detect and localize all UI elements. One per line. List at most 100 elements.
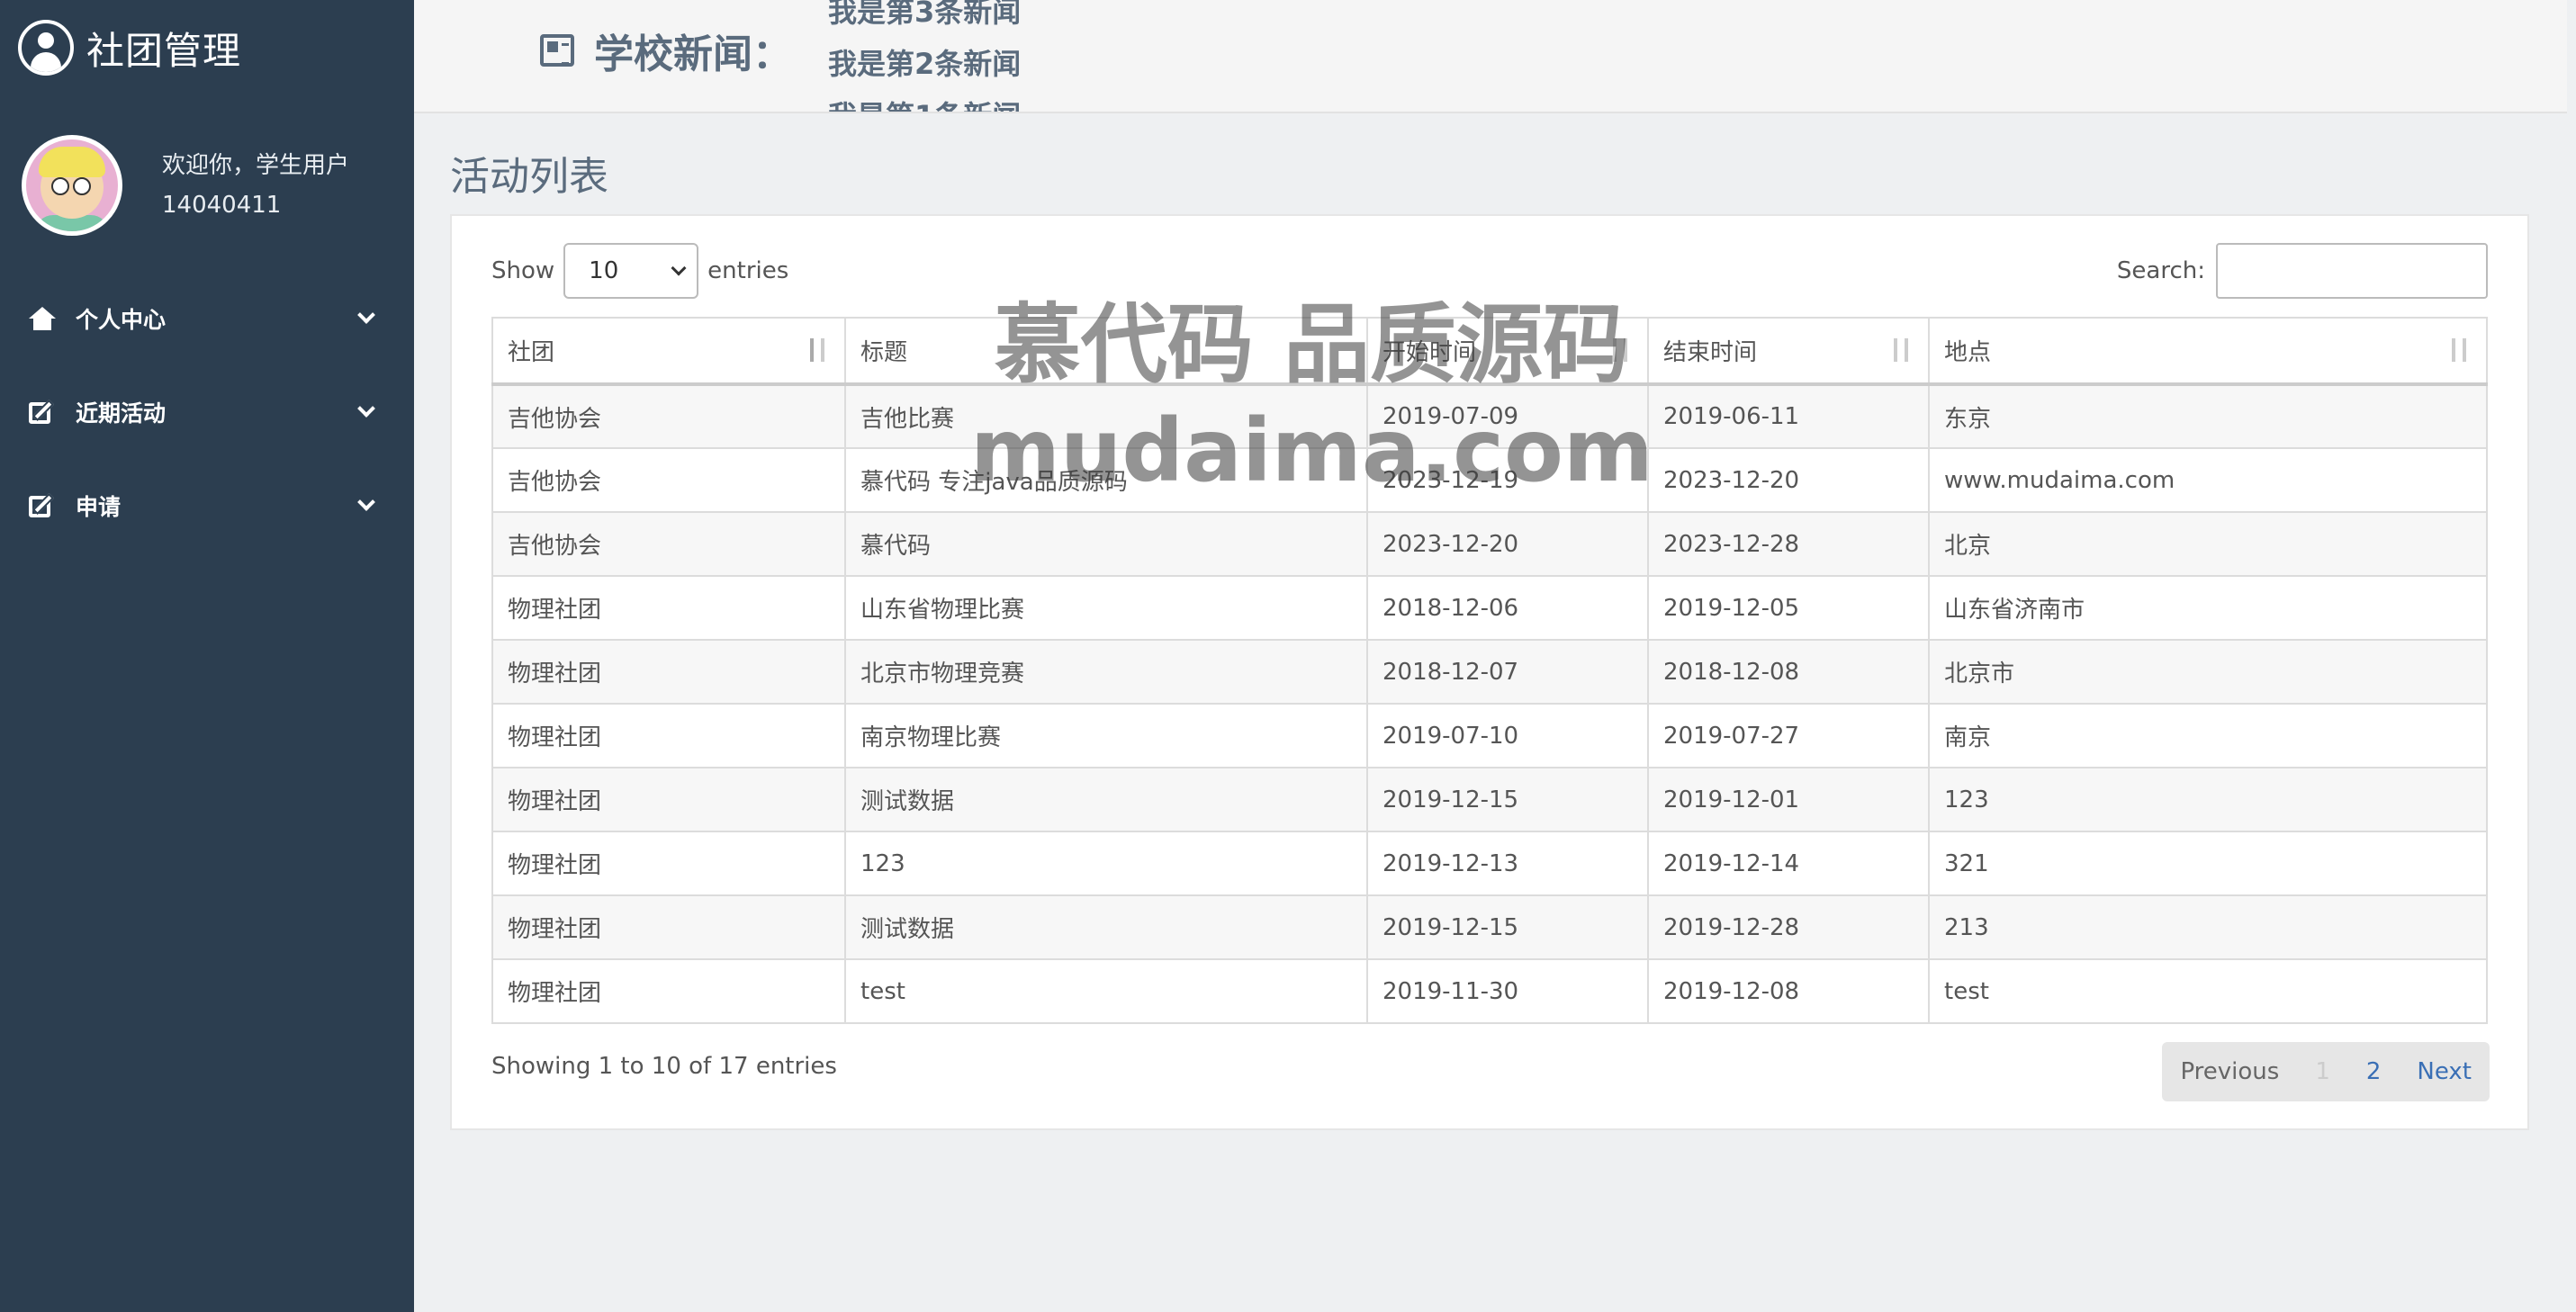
table-cell: 南京 bbox=[1928, 703, 2488, 768]
sort-icon bbox=[808, 338, 832, 364]
page-size-control: Show 10 entries bbox=[491, 243, 788, 299]
table-cell: 2019-12-08 bbox=[1647, 958, 1930, 1024]
page-title: 活动列表 bbox=[450, 154, 608, 200]
table-cell: 物理社团 bbox=[491, 575, 846, 641]
table-row[interactable]: 物理社团 南京物理比赛 2019-07-10 2019-07-27 南京 bbox=[491, 703, 2488, 768]
table-cell: 2019-12-14 bbox=[1647, 831, 1930, 896]
news-label: 学校新闻： bbox=[594, 31, 792, 77]
table-cell: 山东省济南市 bbox=[1928, 575, 2488, 641]
table-cell: 测试数据 bbox=[844, 767, 1368, 832]
sort-icon bbox=[1892, 338, 1915, 364]
table-cell: 吉他协会 bbox=[491, 511, 846, 577]
table-cell: 321 bbox=[1928, 831, 2488, 896]
table-cell: 2019-12-05 bbox=[1647, 575, 1930, 641]
table-row[interactable]: 物理社团 测试数据 2019-12-15 2019-12-01 123 bbox=[491, 767, 2488, 832]
column-header-title[interactable]: 标题 bbox=[844, 317, 1368, 386]
news-ticker: 我是第3条新闻 我是第2条新闻 我是第1条新闻 bbox=[828, 0, 1021, 112]
table-cell: 2018-12-08 bbox=[1647, 639, 1930, 705]
page-size-value: 10 bbox=[589, 257, 619, 284]
table-info: Showing 1 to 10 of 17 entries bbox=[491, 1053, 837, 1080]
table-row[interactable]: 吉他协会 吉他比赛 2019-07-09 2019-06-11 东京 bbox=[491, 383, 2488, 449]
table-cell: test bbox=[844, 958, 1368, 1024]
table-cell: 2019-11-30 bbox=[1366, 958, 1649, 1024]
user-circle-icon bbox=[18, 20, 74, 76]
table-cell: 2019-07-09 bbox=[1366, 383, 1649, 449]
previous-button[interactable]: Previous bbox=[2162, 1058, 2297, 1085]
column-header-end-time[interactable]: 结束时间 bbox=[1647, 317, 1930, 386]
search-label: Search: bbox=[2116, 257, 2205, 284]
table-cell: 物理社团 bbox=[491, 958, 846, 1024]
home-icon bbox=[27, 303, 58, 334]
sidebar-item-label: 近期活动 bbox=[76, 400, 167, 427]
table-cell: 2019-12-15 bbox=[1366, 894, 1649, 960]
user-id: 14040411 bbox=[162, 192, 282, 219]
page-size-select[interactable]: 10 bbox=[563, 243, 699, 299]
table-cell: 2019-12-28 bbox=[1647, 894, 1930, 960]
table-cell: 吉他协会 bbox=[491, 383, 846, 449]
table-cell: 2018-12-07 bbox=[1366, 639, 1649, 705]
table-row[interactable]: 物理社团 123 2019-12-13 2019-12-14 321 bbox=[491, 831, 2488, 896]
sidebar-item-application[interactable]: 申请 bbox=[0, 459, 414, 553]
page-1-button[interactable]: 1 bbox=[2297, 1058, 2348, 1085]
column-header-club[interactable]: 社团 bbox=[491, 317, 846, 386]
table-row[interactable]: 吉他协会 慕代码 专注java品质源码 2023-12-19 2023-12-20 ww… bbox=[491, 447, 2488, 513]
news-item[interactable]: 我是第3条新闻 bbox=[828, 0, 1021, 38]
sort-icon bbox=[2450, 338, 2473, 364]
sidebar-item-label: 申请 bbox=[76, 494, 122, 520]
newspaper-icon bbox=[540, 34, 574, 67]
sidebar-item-label: 个人中心 bbox=[76, 307, 167, 333]
chevron-down-icon bbox=[357, 493, 375, 511]
table-cell: 北京 bbox=[1928, 511, 2488, 577]
table-cell: 慕代码 专注java品质源码 bbox=[844, 447, 1368, 513]
table-cell: 2019-07-10 bbox=[1366, 703, 1649, 768]
table-cell: 吉他协会 bbox=[491, 447, 846, 513]
search-control: Search: bbox=[2117, 243, 2488, 299]
table-cell: 2019-12-13 bbox=[1366, 831, 1649, 896]
edit-icon bbox=[27, 490, 58, 521]
table-cell: 物理社团 bbox=[491, 639, 846, 705]
table-cell: 北京市 bbox=[1928, 639, 2488, 705]
table-row[interactable]: 物理社团 山东省物理比赛 2018-12-06 2019-12-05 山东省济南市 bbox=[491, 575, 2488, 641]
column-header-location[interactable]: 地点 bbox=[1928, 317, 2488, 386]
table-cell: 北京市物理竞赛 bbox=[844, 639, 1368, 705]
activity-table: 社团 标题 开始时间 结束时间 地点 吉他协会 吉他比赛 2019-07-09 201… bbox=[491, 317, 2488, 1024]
show-label: Show bbox=[491, 257, 555, 284]
news-item[interactable]: 我是第2条新闻 bbox=[828, 38, 1021, 90]
sidebar-item-personal-center[interactable]: 个人中心 bbox=[0, 272, 414, 365]
table-cell: 2018-12-06 bbox=[1366, 575, 1649, 641]
entries-label: entries bbox=[707, 257, 789, 284]
pagination: Previous 1 2 Next bbox=[2162, 1042, 2490, 1101]
table-cell: 南京物理比赛 bbox=[844, 703, 1368, 768]
chevron-down-icon bbox=[357, 400, 375, 418]
table-row[interactable]: 吉他协会 慕代码 2023-12-20 2023-12-28 北京 bbox=[491, 511, 2488, 577]
user-greeting: 欢迎你，学生用户 bbox=[162, 152, 350, 179]
search-input[interactable] bbox=[2216, 243, 2488, 299]
header: 学校新闻： 我是第3条新闻 我是第2条新闻 我是第1条新闻 bbox=[414, 0, 2567, 113]
app-title: 社团管理 bbox=[86, 28, 242, 73]
next-button[interactable]: Next bbox=[2399, 1058, 2490, 1085]
table-row[interactable]: 物理社团 测试数据 2019-12-15 2019-12-28 213 bbox=[491, 894, 2488, 960]
table-cell: 123 bbox=[1928, 767, 2488, 832]
table-cell: 2023-12-19 bbox=[1366, 447, 1649, 513]
table-cell: 2019-06-11 bbox=[1647, 383, 1930, 449]
chevron-down-icon bbox=[671, 260, 687, 276]
table-cell: 物理社团 bbox=[491, 894, 846, 960]
table-cell: 2023-12-20 bbox=[1366, 511, 1649, 577]
activity-table-card: Show 10 entries Search: 社团 标题 开始时间 结束时间 … bbox=[450, 214, 2529, 1130]
sidebar-item-recent-activities[interactable]: 近期活动 bbox=[0, 365, 414, 459]
table-cell: 2019-12-15 bbox=[1366, 767, 1649, 832]
page-2-button[interactable]: 2 bbox=[2348, 1058, 2400, 1085]
table-cell: 2019-12-01 bbox=[1647, 767, 1930, 832]
table-cell: 2023-12-20 bbox=[1647, 447, 1930, 513]
edit-icon bbox=[27, 397, 58, 427]
table-cell: 物理社团 bbox=[491, 703, 846, 768]
avatar[interactable] bbox=[22, 135, 122, 236]
chevron-down-icon bbox=[357, 306, 375, 324]
table-row[interactable]: 物理社团 北京市物理竞赛 2018-12-07 2018-12-08 北京市 bbox=[491, 639, 2488, 705]
brand: 社团管理 bbox=[0, 0, 414, 95]
column-header-start-time[interactable]: 开始时间 bbox=[1366, 317, 1649, 386]
news-item[interactable]: 我是第1条新闻 bbox=[828, 90, 1021, 112]
user-panel: 欢迎你，学生用户 14040411 bbox=[0, 95, 414, 272]
table-cell: 测试数据 bbox=[844, 894, 1368, 960]
table-row[interactable]: 物理社团 test 2019-11-30 2019-12-08 test bbox=[491, 958, 2488, 1024]
